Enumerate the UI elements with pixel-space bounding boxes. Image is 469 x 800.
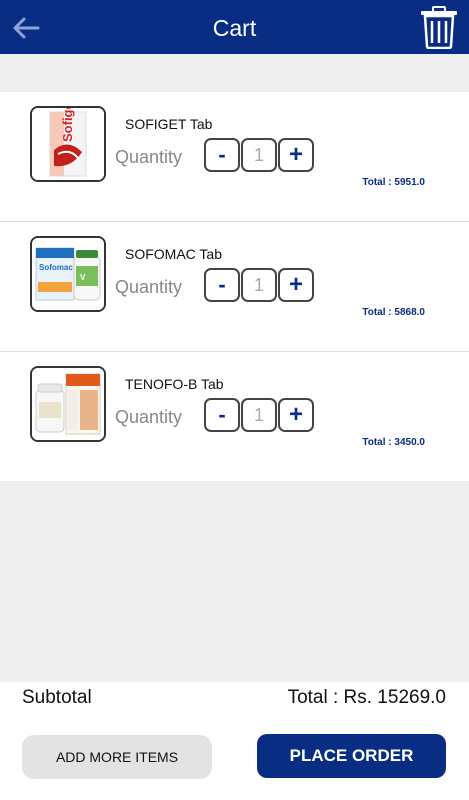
quantity-label: Quantity [115,277,183,297]
product-name: SOFOMAC Tab [125,246,222,262]
svg-text:V: V [80,273,86,282]
cart-item: Sofomac V SOFOMAC Tab Quantity - 1 + Tot… [0,222,469,352]
svg-text:Sofiget: Sofiget [60,108,75,142]
product-image-tenofo-b [30,366,106,442]
svg-text:Sofomac: Sofomac [39,263,73,272]
app-header: Cart [0,0,469,54]
quantity-label: Quantity [115,147,183,167]
trash-icon[interactable] [420,5,458,49]
product-name: SOFIGET Tab [125,116,213,132]
decrease-quantity-button[interactable]: - [204,398,240,432]
product-name: TENOFO-B Tab [125,376,224,392]
quantity-value: 1 [241,138,277,172]
place-order-button[interactable]: PLACE ORDER [257,734,446,778]
cart-item-list: Sofiget SOFIGET Tab Quantity - 1 + Total… [0,92,469,481]
add-more-items-button[interactable]: ADD MORE ITEMS [22,735,212,779]
product-image-sofomac: Sofomac V [30,236,106,312]
cart-footer: Subtotal Total : Rs. 15269.0 ADD MORE IT… [0,682,469,800]
item-total: Total : 5951.0 [362,177,425,188]
grand-total: Total : Rs. 15269.0 [287,687,446,708]
product-image-sofiget: Sofiget [30,106,106,182]
item-total: Total : 3450.0 [362,437,425,448]
increase-quantity-button[interactable]: + [278,268,314,302]
increase-quantity-button[interactable]: + [278,138,314,172]
decrease-quantity-button[interactable]: - [204,268,240,302]
quantity-label: Quantity [115,407,183,427]
page-title: Cart [212,15,257,41]
subtotal-label: Subtotal [22,687,92,708]
quantity-value: 1 [241,268,277,302]
increase-quantity-button[interactable]: + [278,398,314,432]
decrease-quantity-button[interactable]: - [204,138,240,172]
quantity-value: 1 [241,398,277,432]
item-total: Total : 5868.0 [362,307,425,318]
cart-item: Sofiget SOFIGET Tab Quantity - 1 + Total… [0,92,469,222]
cart-item: TENOFO-B Tab Quantity - 1 + Total : 3450… [0,352,469,481]
